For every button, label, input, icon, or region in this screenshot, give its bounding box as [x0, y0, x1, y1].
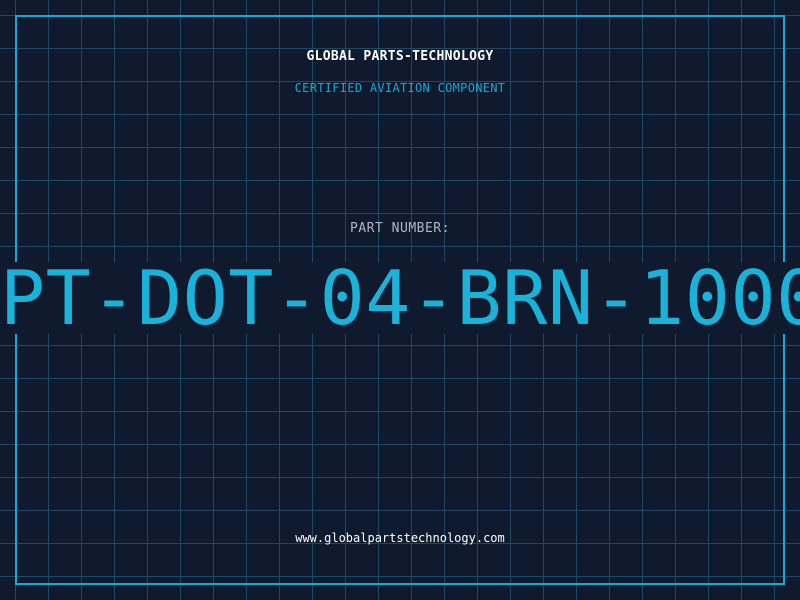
part-number-band: PT-DOT-04-BRN-1000 [0, 262, 800, 334]
part-number-value: PT-DOT-04-BRN-1000 [0, 262, 800, 334]
certification-subtitle: CERTIFIED AVIATION COMPONENT [294, 81, 506, 95]
company-name: GLOBAL PARTS-TECHNOLOGY [306, 49, 494, 64]
website-url: www.globalpartstechnology.com [295, 531, 505, 545]
part-number-label: PART NUMBER: [350, 221, 450, 236]
